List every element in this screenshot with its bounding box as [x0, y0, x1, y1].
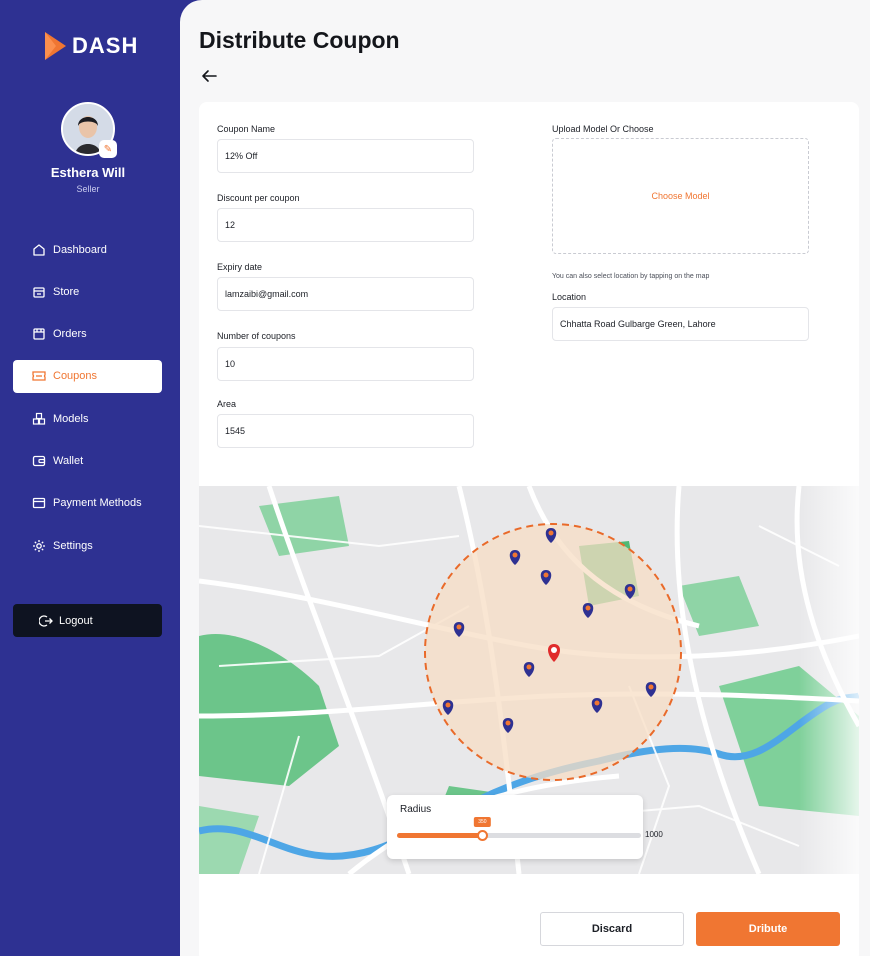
orders-icon	[32, 327, 46, 341]
sidebar: DASH ✎ Esthera Will Seller Dashboard Sto…	[0, 0, 180, 956]
sidebar-item-dashboard[interactable]: Dashboard	[13, 233, 162, 266]
radius-slider[interactable]: 350	[397, 817, 641, 841]
sidebar-item-settings[interactable]: Settings	[13, 529, 162, 562]
coupon-name-label: Coupon Name	[217, 124, 276, 134]
user-role: Seller	[76, 184, 100, 194]
gear-icon	[32, 539, 46, 553]
page-title: Distribute Coupon	[199, 27, 400, 53]
radius-value-tooltip: 350	[474, 817, 491, 827]
card-icon	[32, 496, 46, 510]
coupon-icon	[32, 369, 46, 383]
expiry-date-input[interactable]: lamzaibi@gmail.com	[217, 277, 474, 311]
sidebar-item-wallet[interactable]: Wallet	[13, 444, 162, 477]
location-label: Location	[552, 292, 587, 302]
edit-avatar-icon[interactable]: ✎	[99, 140, 117, 158]
sidebar-item-label: Dashboard	[53, 243, 107, 256]
sidebar-item-orders[interactable]: Orders	[13, 318, 162, 351]
expiry-date-label: Expiry date	[217, 262, 263, 272]
sidebar-item-payment-methods[interactable]: Payment Methods	[13, 487, 162, 520]
sidebar-item-models[interactable]: Models	[13, 402, 162, 435]
sidebar-item-label: Store	[53, 285, 80, 298]
radius-panel: Radius 350 1000	[387, 795, 663, 859]
area-input[interactable]: 1545	[217, 414, 474, 448]
radius-max-label: 1000	[645, 830, 663, 839]
models-icon	[32, 412, 46, 426]
wallet-icon	[32, 454, 46, 468]
sidebar-item-label: Payment Methods	[53, 497, 142, 510]
sidebar-item-label: Coupons	[53, 370, 98, 383]
logout-label: Logout	[59, 614, 93, 627]
discard-button[interactable]: Discard	[540, 912, 684, 946]
coupon-name-input[interactable]: 12% Off	[217, 139, 474, 173]
radius-label: Radius	[400, 804, 432, 815]
upload-model-label: Upload Model Or Choose	[552, 124, 654, 134]
main-content: Distribute Coupon Coupon Name 12% Off Di…	[180, 0, 870, 956]
avatar-container[interactable]: ✎	[61, 102, 117, 158]
coupon-count-label: Number of coupons	[217, 331, 296, 341]
sidebar-item-coupons[interactable]: Coupons	[13, 359, 162, 393]
discount-input[interactable]: 12	[217, 208, 474, 242]
map-hint-text: You can also select location by tapping …	[552, 273, 710, 280]
sidebar-nav: Dashboard Store Orders Coupons Models Wa…	[13, 233, 162, 571]
logout-button[interactable]: Logout	[13, 604, 162, 637]
brand-name: DASH	[72, 33, 139, 58]
back-arrow-icon[interactable]	[199, 66, 219, 86]
sidebar-item-label: Models	[53, 412, 89, 425]
location-input[interactable]: Chhatta Road Gulbarge Green, Lahore	[552, 307, 809, 341]
choose-model-dropzone[interactable]: Choose Model	[552, 138, 809, 254]
sidebar-item-label: Settings	[53, 539, 93, 552]
choose-model-link[interactable]: Choose Model	[651, 191, 709, 201]
logout-icon	[39, 614, 53, 628]
coupon-form-card: Coupon Name 12% Off Discount per coupon …	[199, 102, 859, 956]
radius-slider-thumb[interactable]	[477, 830, 489, 841]
distribute-button[interactable]: Dribute	[696, 912, 840, 946]
area-label: Area	[217, 399, 237, 409]
coupon-count-input[interactable]: 10	[217, 347, 474, 381]
radius-slider-fill	[397, 833, 483, 838]
sidebar-item-store[interactable]: Store	[13, 275, 162, 308]
dash-logo-icon	[45, 32, 66, 60]
discount-label: Discount per coupon	[217, 193, 300, 203]
store-icon	[32, 285, 46, 299]
sidebar-item-label: Wallet	[53, 454, 84, 467]
sidebar-item-label: Orders	[53, 328, 87, 341]
home-icon	[32, 243, 46, 257]
user-name: Esthera Will	[50, 165, 126, 180]
brand-logo[interactable]: DASH	[42, 30, 138, 62]
